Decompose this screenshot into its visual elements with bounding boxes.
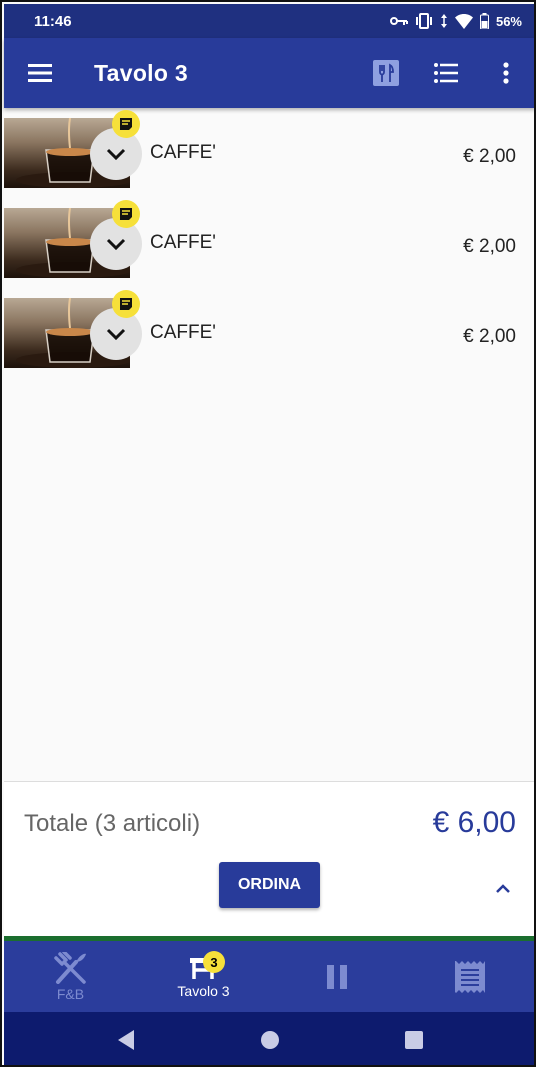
chevron-down-icon [106, 148, 126, 160]
bottom-navigation: F&B 3 Tavolo 3 [4, 941, 534, 1012]
system-navigation-bar [4, 1012, 534, 1065]
back-button[interactable] [101, 1020, 151, 1060]
order-button[interactable]: ORDINA [219, 862, 320, 908]
status-icons: 56% [389, 13, 522, 29]
status-bar: 11:46 56% [4, 4, 534, 38]
note-badge[interactable] [112, 290, 140, 318]
home-button[interactable] [245, 1020, 295, 1060]
wifi-icon [454, 13, 473, 29]
order-items-list: CAFFE' € 2,00 CAFFE' € 2,00 CAFFE' € 2,0… [4, 110, 534, 388]
list-item[interactable]: CAFFE' € 2,00 [4, 110, 534, 208]
recents-button[interactable] [389, 1020, 439, 1060]
more-options-button[interactable] [476, 38, 534, 108]
chevron-up-icon [496, 884, 510, 893]
item-name: CAFFE' [150, 322, 216, 343]
restaurant-menu-icon [373, 60, 399, 86]
expand-item-button[interactable] [90, 308, 142, 360]
expand-item-button[interactable] [90, 128, 142, 180]
item-price: € 2,00 [463, 146, 516, 167]
more-vert-icon [503, 62, 509, 84]
table-count-badge: 3 [203, 951, 225, 973]
chevron-down-icon [106, 328, 126, 340]
note-icon [120, 118, 132, 130]
order-summary: Totale (3 articoli) € 6,00 ORDINA [4, 781, 534, 937]
app-screen: 11:46 56% Tavolo 3 CAFFE' € 2,00 CAFFE' … [0, 0, 536, 1067]
back-triangle-icon [118, 1029, 134, 1050]
tab-table[interactable]: 3 Tavolo 3 [137, 941, 270, 1012]
tab-label: Tavolo 3 [177, 982, 230, 999]
battery-icon [479, 13, 489, 29]
receipt-icon [454, 960, 485, 993]
tab-fnb[interactable]: F&B [4, 941, 137, 1012]
hamburger-icon [28, 64, 52, 82]
vibrate-icon [415, 13, 432, 29]
menu-button[interactable] [4, 38, 76, 108]
total-label: Totale (3 articoli) [24, 810, 201, 837]
note-icon [120, 298, 132, 310]
data-arrows-icon [440, 14, 447, 28]
total-value: € 6,00 [432, 806, 516, 839]
recents-square-icon [405, 1030, 423, 1049]
battery-percent: 56% [495, 13, 522, 29]
tab-label: F&B [56, 985, 85, 1002]
status-time: 11:46 [34, 12, 72, 30]
list-view-button[interactable] [416, 38, 476, 108]
item-price: € 2,00 [463, 326, 516, 347]
page-title: Tavolo 3 [94, 59, 188, 86]
note-icon [120, 208, 132, 220]
list-item[interactable]: CAFFE' € 2,00 [4, 290, 534, 388]
list-icon [434, 63, 458, 83]
item-name: CAFFE' [150, 232, 216, 253]
expand-item-button[interactable] [90, 218, 142, 270]
item-price: € 2,00 [463, 236, 516, 257]
note-badge[interactable] [112, 110, 140, 138]
app-bar: Tavolo 3 [4, 38, 534, 108]
tab-receipt[interactable] [403, 941, 534, 1012]
pause-icon [326, 964, 347, 989]
home-circle-icon [261, 1030, 279, 1049]
tab-pause[interactable] [270, 941, 403, 1012]
fork-knife-icon [53, 951, 86, 984]
restaurant-menu-button[interactable] [356, 38, 416, 108]
chevron-down-icon [106, 238, 126, 250]
collapse-summary-button[interactable] [488, 874, 518, 904]
item-name: CAFFE' [150, 142, 216, 163]
vpn-key-icon [389, 17, 408, 25]
list-item[interactable]: CAFFE' € 2,00 [4, 200, 534, 298]
note-badge[interactable] [112, 200, 140, 228]
